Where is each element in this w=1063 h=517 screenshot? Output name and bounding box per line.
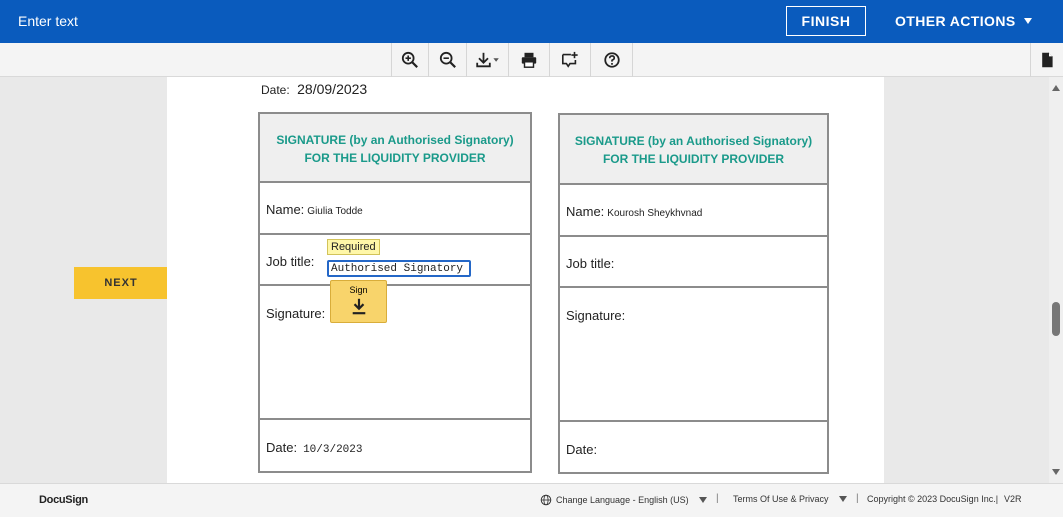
- next-button[interactable]: NEXT: [74, 267, 168, 299]
- name-field: Name: Kourosh Sheykhvnad: [566, 204, 702, 219]
- scroll-down-icon[interactable]: [1052, 469, 1060, 475]
- signature-label: Signature:: [566, 308, 626, 323]
- job-title-input[interactable]: [327, 260, 471, 277]
- top-bar: Enter text FINISH OTHER ACTIONS: [0, 0, 1063, 43]
- signature-row: Signature: Sign: [260, 280, 530, 419]
- job-title-label: Job title:: [566, 256, 615, 271]
- scroll-up-icon[interactable]: [1052, 85, 1060, 91]
- scroll-thumb[interactable]: [1052, 302, 1060, 336]
- name-row: Name: Giulia Todde: [260, 181, 530, 234]
- heading-line-2: FOR THE LIQUIDITY PROVIDER: [602, 152, 785, 166]
- signature-label: Signature:: [266, 306, 326, 321]
- terms-menu[interactable]: Terms Of Use & Privacy: [733, 494, 847, 504]
- instruction-text: Enter text: [18, 13, 78, 29]
- date-field: Date: 10/3/2023: [266, 440, 363, 456]
- date-value: 10/3/2023: [303, 444, 363, 456]
- document-page: Date: 28/09/2023 SIGNATURE (by an Author…: [167, 77, 884, 483]
- top-date-value: 28/09/2023: [297, 81, 368, 97]
- date-label: Date:: [566, 442, 598, 457]
- docusign-logo: DocuSign: [39, 494, 88, 506]
- job-title-row: Job title: Required: [260, 233, 530, 285]
- print-icon: [521, 52, 537, 68]
- zoom-in-icon: [401, 51, 418, 68]
- sign-here-tag[interactable]: Sign: [330, 280, 387, 323]
- heading-line-2: FOR THE LIQUIDITY PROVIDER: [304, 151, 486, 165]
- globe-icon: [540, 494, 552, 506]
- zoom-out-button[interactable]: [429, 43, 467, 77]
- change-language-menu[interactable]: Change Language - English (US): [540, 494, 707, 506]
- pages-button[interactable]: [1030, 43, 1063, 77]
- signature-row: Signature:: [560, 286, 827, 421]
- sign-tag-label: Sign: [349, 285, 368, 295]
- other-actions-label: OTHER ACTIONS: [895, 13, 1016, 29]
- required-tag: Required: [327, 239, 380, 255]
- name-value: Kourosh Sheykhvnad: [607, 208, 703, 219]
- date-row: Date:: [560, 420, 827, 474]
- name-row: Name: Kourosh Sheykhvnad: [560, 183, 827, 236]
- name-value: Giulia Todde: [307, 206, 363, 217]
- document-icon: [1042, 52, 1053, 68]
- name-label: Name:: [266, 202, 305, 217]
- signature-box-heading: SIGNATURE (by an Authorised Signatory) F…: [260, 114, 530, 181]
- date-row: Date: 10/3/2023: [260, 418, 530, 473]
- document-toolbar: [0, 43, 1063, 77]
- name-label: Name:: [566, 204, 605, 219]
- signature-box-right: SIGNATURE (by an Authorised Signatory) F…: [558, 113, 829, 474]
- caret-down-icon: [698, 497, 707, 503]
- job-title-label: Job title:: [266, 254, 315, 269]
- other-actions-menu[interactable]: OTHER ACTIONS: [895, 13, 1032, 29]
- add-comment-button[interactable]: [550, 43, 591, 77]
- help-button[interactable]: [591, 43, 633, 77]
- print-button[interactable]: [509, 43, 550, 77]
- download-button[interactable]: [467, 43, 509, 77]
- top-date-label: Date:: [261, 83, 290, 97]
- date-label: Date:: [266, 440, 298, 455]
- copyright: Copyright © 2023 DocuSign Inc.| V2R: [867, 494, 1022, 504]
- vertical-scrollbar[interactable]: [1049, 77, 1063, 483]
- heading-line-1: SIGNATURE (by an Authorised Signatory): [276, 133, 514, 147]
- job-title-row: Job title:: [560, 235, 827, 287]
- download-icon: [475, 52, 499, 68]
- copyright-text: Copyright © 2023 DocuSign Inc.|: [867, 494, 999, 504]
- download-arrow-icon: [352, 298, 365, 315]
- top-date: Date: 28/09/2023: [261, 81, 367, 99]
- zoom-out-icon: [439, 51, 456, 68]
- caret-down-icon: [838, 496, 847, 502]
- caret-down-icon: [1023, 18, 1032, 24]
- version-text: V2R: [1004, 494, 1022, 504]
- name-field: Name: Giulia Todde: [266, 202, 363, 217]
- heading-line-1: SIGNATURE (by an Authorised Signatory): [574, 134, 813, 148]
- footer-separator: |: [716, 493, 719, 504]
- signature-box-heading: SIGNATURE (by an Authorised Signatory) F…: [560, 115, 827, 183]
- footer: DocuSign Change Language - English (US) …: [0, 483, 1063, 517]
- add-comment-icon: [561, 51, 578, 68]
- finish-button[interactable]: FINISH: [786, 6, 866, 36]
- change-language-label: Change Language - English (US): [556, 495, 689, 505]
- terms-label: Terms Of Use & Privacy: [733, 494, 829, 504]
- footer-separator: |: [856, 493, 859, 504]
- signature-box-left: SIGNATURE (by an Authorised Signatory) F…: [258, 112, 532, 473]
- help-icon: [603, 52, 620, 68]
- zoom-in-button[interactable]: [391, 43, 429, 77]
